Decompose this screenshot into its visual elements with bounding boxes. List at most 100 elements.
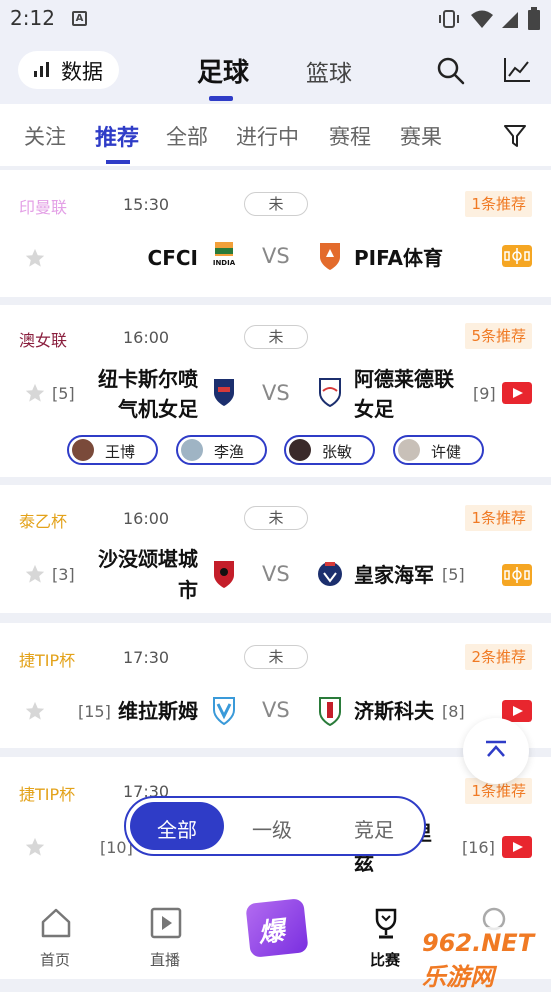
- away-team: 皇家海军: [354, 563, 434, 587]
- signal-icon: [502, 12, 518, 28]
- away-rank: [8]: [442, 702, 465, 721]
- sub-tabs: 关注 推荐 全部 进行中 赛程 赛果: [0, 104, 551, 166]
- away-team: PIFA体育: [354, 246, 443, 270]
- star-icon[interactable]: [24, 563, 46, 585]
- trend-chart-icon[interactable]: [503, 57, 531, 83]
- battery-icon: [528, 7, 540, 30]
- subtab-live[interactable]: 进行中: [236, 121, 299, 151]
- match-card[interactable]: 捷TIP杯 17:30 未 2条推荐 [15] 维拉斯姆 VS 济斯科夫 [8]: [0, 623, 551, 748]
- match-time: 16:00: [123, 328, 170, 347]
- home-rank: [15]: [78, 702, 111, 721]
- league-name: 捷TIP杯: [19, 785, 76, 804]
- expert-chip[interactable]: 许健: [393, 435, 484, 465]
- filter-jingzu-button[interactable]: 竞足: [354, 814, 394, 843]
- subtab-follow[interactable]: 关注: [24, 121, 66, 151]
- data-button[interactable]: 数据: [18, 51, 119, 89]
- field-icon[interactable]: [502, 245, 532, 267]
- home-team-line-2: 气机女足: [118, 397, 198, 421]
- video-icon[interactable]: [502, 700, 532, 722]
- recommend-badge[interactable]: 1条推荐: [465, 505, 532, 531]
- vibrate-icon: [439, 10, 459, 28]
- subtab-schedule[interactable]: 赛程: [329, 121, 371, 151]
- data-button-label: 数据: [61, 60, 103, 84]
- expert-name: 王博: [105, 443, 136, 461]
- recommend-badge[interactable]: 1条推荐: [465, 191, 532, 217]
- home-team-line-2: 市: [178, 578, 198, 602]
- away-rank: [16]: [462, 838, 495, 857]
- match-status: 未: [244, 506, 308, 530]
- match-card[interactable]: 印曼联 15:30 未 1条推荐 CFCI INDIA VS PIFA体育: [0, 170, 551, 297]
- subtab-all[interactable]: 全部: [166, 121, 208, 151]
- search-icon[interactable]: [436, 56, 466, 86]
- home-team: CFCI: [147, 246, 198, 270]
- filter-level1-button[interactable]: 一级: [252, 814, 292, 843]
- vs-label: VS: [262, 381, 290, 405]
- away-rank: [5]: [442, 565, 465, 584]
- avatar: [181, 439, 203, 461]
- play-icon: [150, 907, 182, 939]
- video-icon[interactable]: [502, 836, 532, 858]
- recommend-badge[interactable]: 5条推荐: [465, 323, 532, 349]
- expert-name: 张敏: [322, 443, 353, 461]
- star-icon[interactable]: [24, 700, 46, 722]
- tab-basketball[interactable]: 篮球: [306, 54, 352, 88]
- expert-name: 李渔: [214, 443, 245, 461]
- match-time: 17:30: [123, 648, 170, 667]
- league-name: 捷TIP杯: [19, 651, 76, 670]
- away-rank: [9]: [473, 384, 496, 403]
- match-time: 16:00: [123, 509, 170, 528]
- match-card[interactable]: 澳女联 16:00 未 5条推荐 [5] 纽卡斯尔喷 气机女足 VS 阿德莱德联…: [0, 305, 551, 477]
- field-icon[interactable]: [502, 564, 532, 586]
- away-team-logo: [318, 562, 342, 586]
- vs-label: VS: [262, 562, 290, 586]
- avatar: [398, 439, 420, 461]
- video-icon[interactable]: [502, 382, 532, 404]
- trophy-icon: [375, 908, 397, 939]
- away-team-logo: [319, 378, 341, 407]
- league-name: 澳女联: [19, 331, 68, 350]
- league-name: 印曼联: [19, 198, 68, 217]
- level-filter: 全部 一级 竞足: [124, 796, 426, 856]
- bottom-nav: 首页 直播 爆 比赛 962.NET 乐游网: [0, 883, 551, 991]
- home-team: 维拉斯姆: [118, 699, 198, 723]
- vs-label: VS: [262, 698, 290, 722]
- match-status: 未: [244, 192, 308, 216]
- watermark-logo: 962.NET 乐游网: [418, 927, 548, 991]
- subtab-recommend[interactable]: 推荐: [95, 120, 139, 152]
- nav-match-label: 比赛: [369, 951, 400, 969]
- star-icon[interactable]: [24, 836, 46, 858]
- home-team-line-1: 纽卡斯尔喷: [98, 367, 198, 391]
- nav-home-label: 首页: [39, 951, 70, 969]
- home-team-logo: INDIA: [210, 240, 238, 270]
- home-icon: [41, 908, 71, 938]
- notification-a-icon: A: [72, 11, 87, 26]
- match-status: 未: [244, 325, 308, 349]
- star-icon[interactable]: [24, 382, 46, 404]
- center-promo-icon[interactable]: 爆: [245, 898, 309, 958]
- expert-chip[interactable]: 李渔: [176, 435, 267, 465]
- avatar: [289, 439, 311, 461]
- match-card[interactable]: 泰乙杯 16:00 未 1条推荐 [3] 沙没颂堪城 市 VS 皇家海军 [5]: [0, 485, 551, 613]
- wifi-icon: [471, 10, 493, 28]
- filter-icon[interactable]: [503, 124, 527, 148]
- tab-football[interactable]: 足球: [197, 52, 249, 89]
- home-team-line-1: 沙没颂堪城: [98, 547, 198, 571]
- tab-football-indicator: [209, 96, 233, 101]
- scroll-top-button[interactable]: [463, 718, 529, 784]
- subtab-results[interactable]: 赛果: [400, 121, 442, 151]
- home-team-logo: [213, 697, 235, 726]
- expert-chip[interactable]: 张敏: [284, 435, 375, 465]
- match-status: 未: [244, 645, 308, 669]
- avatar: [72, 439, 94, 461]
- home-rank: [3]: [52, 565, 75, 584]
- vs-label: VS: [262, 244, 290, 268]
- league-name: 泰乙杯: [19, 512, 68, 531]
- subtab-indicator: [106, 160, 130, 164]
- filter-all-button[interactable]: 全部: [130, 802, 224, 850]
- filter-all-label: 全部: [157, 818, 197, 842]
- bar-chart-icon: [34, 62, 49, 77]
- star-icon[interactable]: [24, 247, 46, 269]
- recommend-badge[interactable]: 2条推荐: [465, 644, 532, 670]
- expert-chip[interactable]: 王博: [67, 435, 158, 465]
- status-time: 2:12: [10, 6, 55, 30]
